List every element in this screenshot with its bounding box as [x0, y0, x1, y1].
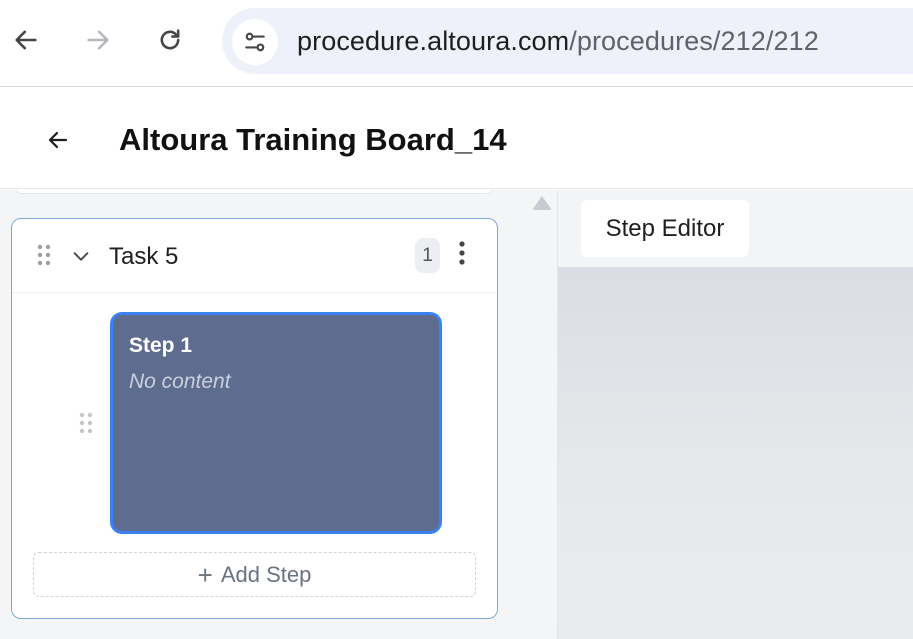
step-editor-panel: Step Editor — [557, 190, 913, 639]
step-drag-handle-icon[interactable] — [78, 411, 94, 435]
add-step-label: Add Step — [220, 561, 312, 587]
reload-icon — [160, 29, 180, 50]
plus-icon: + — [197, 559, 213, 590]
more-vertical-icon[interactable] — [452, 239, 472, 269]
scroll-up-arrow-icon[interactable] — [532, 196, 552, 210]
url-domain: procedure.altoura.com — [297, 26, 570, 56]
tab-step-editor[interactable]: Step Editor — [581, 200, 749, 257]
step-count-badge: 1 — [415, 238, 440, 273]
arrow-left-icon — [48, 131, 68, 149]
browser-reload-button[interactable] — [150, 20, 190, 60]
step-title: Step 1 — [129, 334, 193, 357]
editor-canvas[interactable] — [558, 267, 913, 639]
browser-forward-button[interactable] — [78, 20, 118, 60]
chevron-down-icon[interactable] — [70, 245, 92, 267]
step-subtitle: No content — [129, 370, 231, 393]
task-title[interactable]: Task 5 — [109, 242, 178, 272]
task-card: Task 5 1 Step 1 No content + Add Step — [11, 218, 498, 619]
step-card[interactable]: Step 1 No content — [110, 312, 442, 534]
address-bar[interactable]: procedure.altoura.com/procedures/212/212 — [222, 8, 913, 74]
arrow-left-icon — [15, 30, 37, 50]
drag-handle-icon[interactable] — [36, 243, 52, 267]
previous-task-card — [14, 190, 494, 194]
url-text[interactable]: procedure.altoura.com/procedures/212/212 — [297, 24, 819, 58]
site-info-button[interactable] — [232, 19, 278, 65]
scrollbar[interactable] — [529, 190, 555, 639]
app-header: Altoura Training Board_14 — [0, 88, 913, 189]
task-list-panel: Task 5 1 Step 1 No content + Add Step — [0, 190, 557, 639]
editor-toolbar: Step Editor — [558, 190, 913, 267]
arrow-right-icon — [87, 30, 109, 50]
back-button[interactable] — [40, 122, 76, 158]
browser-back-button[interactable] — [6, 20, 46, 60]
page-title: Altoura Training Board_14 — [119, 122, 507, 157]
url-path: /procedures/212/212 — [569, 26, 819, 56]
browser-toolbar: procedure.altoura.com/procedures/212/212 — [0, 0, 913, 87]
tune-icon — [245, 32, 265, 52]
add-step-button[interactable]: + Add Step — [33, 552, 476, 597]
task-header: Task 5 1 — [12, 219, 497, 293]
